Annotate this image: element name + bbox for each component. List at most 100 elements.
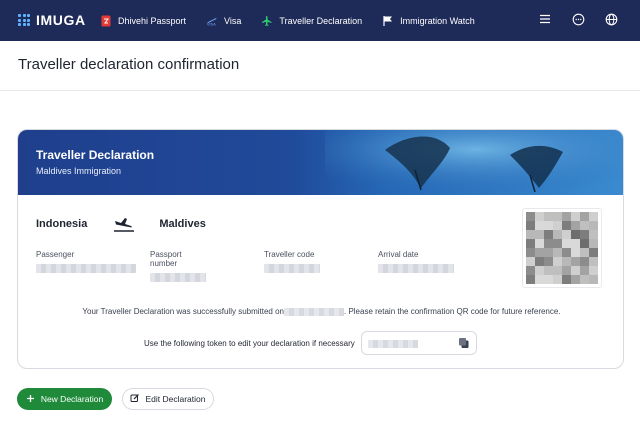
new-declaration-button[interactable]: New Declaration [17,388,112,410]
qr-pixel [580,275,589,284]
field-label: Passport number [150,250,182,268]
qr-pixel [571,221,580,230]
qr-pixel [589,239,598,248]
qr-pixel [544,212,553,221]
chat-icon[interactable] [571,12,585,26]
field-value-redacted [150,273,206,282]
nav-item-traveller-declaration[interactable]: Traveller Declaration [261,15,362,27]
qr-pixel [544,257,553,266]
qr-pixel [526,230,535,239]
route-origin: Indonesia [36,218,88,230]
plus-icon [26,394,35,405]
qr-pixel [589,257,598,266]
nav-item-label: Dhivehi Passport [118,15,187,26]
svg-text:VISA: VISA [207,21,216,26]
edit-declaration-button[interactable]: Edit Declaration [122,388,214,410]
brand-dots-icon [18,14,30,26]
qr-pixel [589,221,598,230]
qr-pixel [535,248,544,257]
route-destination: Maldives [159,218,206,230]
nav-item-visa[interactable]: VISA Visa [206,15,242,27]
brand-logo[interactable]: IMUGA [18,12,86,28]
manta-ray-image [325,130,623,195]
plane-icon [261,15,273,27]
plane-landing-icon [113,216,135,232]
menu-icon[interactable] [538,12,552,26]
qr-pixel [526,239,535,248]
qr-pixel [553,275,562,284]
qr-pixel [553,239,562,248]
qr-pixel [553,212,562,221]
qr-pixel [544,275,553,284]
qr-pixel [526,275,535,284]
confirmation-message: Your Traveller Declaration was successfu… [18,307,623,316]
nav-item-label: Visa [224,15,242,26]
qr-pixel [562,266,571,275]
qr-pixel [544,266,553,275]
travel-route: Indonesia Maldives [36,216,206,232]
qr-pixel [589,230,598,239]
field-value-redacted [264,264,320,273]
qr-pixel [562,257,571,266]
visa-icon: VISA [206,15,218,27]
qr-pixel [589,212,598,221]
field-label: Passenger [36,250,75,259]
token-label: Use the following token to edit your dec… [144,338,355,348]
qr-pixel [553,257,562,266]
qr-pixel [553,248,562,257]
qr-pixel [580,230,589,239]
brand-name: IMUGA [36,12,86,28]
banner-subtitle: Maldives Immigration [36,166,122,176]
qr-pixel [589,275,598,284]
qr-pixel [544,221,553,230]
globe-icon[interactable] [604,12,618,26]
top-navbar: IMUGA Dhivehi Passport VISA Visa Travell… [0,0,640,41]
edit-icon [130,393,140,405]
page-header: Traveller declaration confirmation [0,41,640,91]
qr-pixel [580,266,589,275]
token-field[interactable] [360,331,477,355]
declaration-card: Traveller Declaration Maldives Immigrati… [17,129,624,369]
nav-item-dhivehi-passport[interactable]: Dhivehi Passport [100,15,186,27]
qr-pixel [580,248,589,257]
token-row: Use the following token to edit your dec… [144,331,477,355]
qr-pixel [571,230,580,239]
qr-pixel [580,257,589,266]
qr-pixel [535,275,544,284]
qr-code-pixels [526,212,598,284]
qr-pixel [571,275,580,284]
qr-pixel [553,266,562,275]
field-arrival-date: Arrival date [378,250,458,273]
message-after: . Please retain the confirmation QR code… [344,307,561,316]
qr-pixel [526,266,535,275]
page-title: Traveller declaration confirmation [18,56,240,73]
qr-pixel [526,212,535,221]
nav-right-actions [538,12,618,26]
qr-pixel [571,266,580,275]
qr-pixel [571,212,580,221]
qr-pixel [562,248,571,257]
submitted-date-redacted [284,307,344,316]
qr-pixel [535,266,544,275]
field-passenger: Passenger [36,250,136,273]
qr-pixel [562,239,571,248]
qr-pixel [526,221,535,230]
edit-declaration-label: Edit Declaration [145,394,206,404]
passport-icon [100,15,112,27]
nav-item-label: Immigration Watch [400,15,475,26]
banner-title: Traveller Declaration [36,148,155,162]
field-value-redacted [378,264,454,273]
qr-pixel [535,221,544,230]
nav-item-immigration-watch[interactable]: Immigration Watch [382,15,475,27]
qr-pixel [562,221,571,230]
qr-pixel [571,239,580,248]
qr-pixel [589,266,598,275]
qr-pixel [535,230,544,239]
field-traveller-code: Traveller code [264,250,324,273]
qr-pixel [580,239,589,248]
copy-icon[interactable] [458,337,470,349]
message-before: Your Traveller Declaration was successfu… [82,307,284,316]
qr-pixel [535,212,544,221]
nav-menu: Dhivehi Passport VISA Visa Traveller Dec… [100,0,495,41]
qr-pixel [580,221,589,230]
